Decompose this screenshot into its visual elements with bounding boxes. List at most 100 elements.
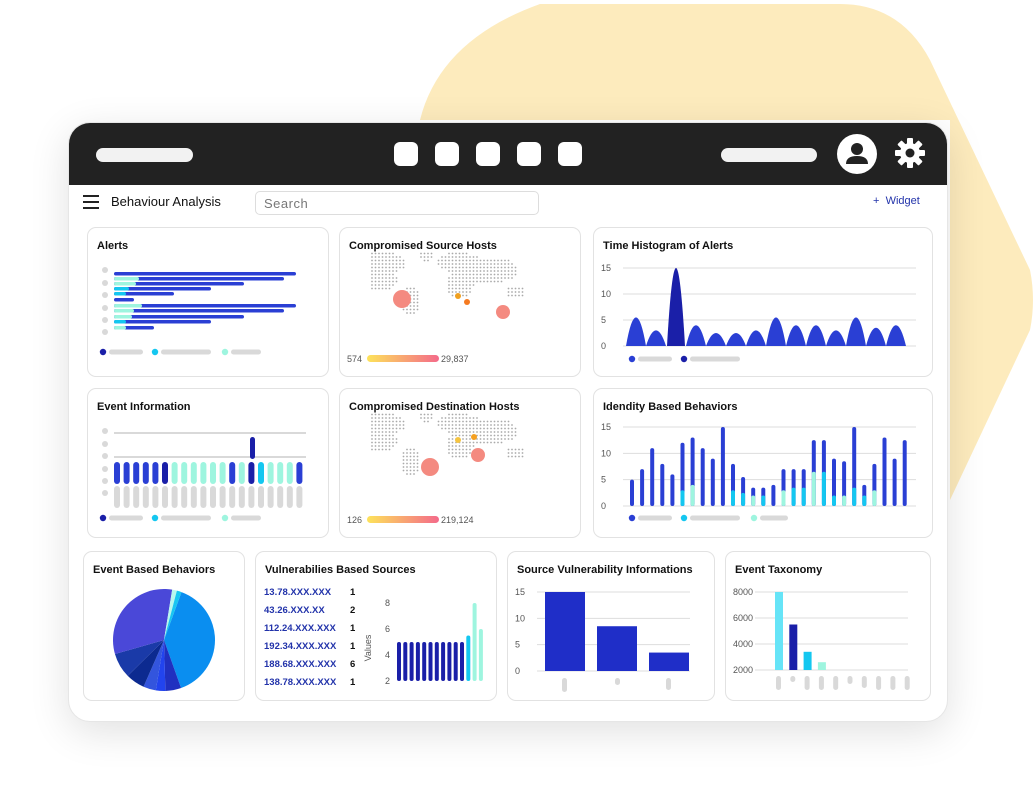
hamburger-icon[interactable] <box>83 195 99 209</box>
map-dot <box>392 273 394 276</box>
map-dot <box>465 259 468 262</box>
map-dot <box>409 448 412 451</box>
legend-label-placeholder <box>760 515 788 521</box>
widget-source-hosts[interactable]: Compromised Source Hosts 574 29,837 <box>339 227 581 377</box>
map-dot <box>385 445 387 447</box>
legend-label-placeholder <box>231 515 261 521</box>
top-left-pill[interactable] <box>96 148 193 162</box>
map-dot <box>476 270 478 272</box>
nav-square-2[interactable] <box>435 142 459 166</box>
map-dot <box>392 434 394 437</box>
map-dot <box>521 455 524 458</box>
nav-square-3[interactable] <box>476 142 500 166</box>
event-bar-base <box>229 486 236 508</box>
map-dot <box>458 452 461 454</box>
map-dot <box>490 424 492 426</box>
map-dot <box>497 266 499 269</box>
hump <box>726 333 746 346</box>
user-avatar[interactable] <box>837 134 877 174</box>
nav-square-1[interactable] <box>394 142 418 166</box>
widget-identity-behaviors[interactable]: Idendity Based Behaviors 15 10 5 0 <box>593 388 933 538</box>
map-dot <box>402 459 405 461</box>
map-dot <box>381 434 384 437</box>
map-dot <box>441 266 443 269</box>
map-dot <box>451 424 454 426</box>
widget-event-information[interactable]: Event Information <box>87 388 329 538</box>
legend-label-placeholder <box>161 349 211 355</box>
add-widget-button[interactable]: + Widget <box>873 195 920 207</box>
widget-time-histogram[interactable]: Time Histogram of Alerts 15 10 5 0 <box>593 227 933 377</box>
map-dot <box>476 263 478 265</box>
map-dot <box>392 445 394 447</box>
event-bar-base <box>286 486 293 508</box>
map-dot <box>399 417 401 419</box>
map-dot <box>469 420 471 423</box>
map-dot <box>507 273 510 276</box>
map-dot <box>465 284 468 286</box>
gear-icon[interactable] <box>894 137 926 169</box>
map-dot <box>483 431 485 433</box>
map-dot <box>493 424 496 426</box>
widget-vulnerability-sources[interactable]: Vulnerabilies Based Sources 13.78.XXX.XX… <box>255 551 497 701</box>
widget-event-taxonomy[interactable]: Event Taxonomy 8000 6000 4000 2000 <box>725 551 931 701</box>
map-dot <box>378 280 380 283</box>
map-dot <box>462 294 464 297</box>
map-dot <box>444 263 447 265</box>
event-bar-base <box>277 486 284 508</box>
search-input[interactable]: Search <box>255 191 539 215</box>
map-dot <box>420 252 422 255</box>
hotspot <box>464 299 470 305</box>
map-dot <box>486 277 489 279</box>
map-dot <box>465 280 468 283</box>
map-dot <box>469 438 471 440</box>
map-dot <box>395 431 398 433</box>
nav-square-4[interactable] <box>517 142 541 166</box>
widget-alerts[interactable]: Alerts <box>87 227 329 377</box>
map-dot <box>462 445 464 447</box>
map-dot <box>511 427 513 430</box>
widget-destination-hosts[interactable]: Compromised Destination Hosts 126 219,124 <box>339 388 581 538</box>
tax-tick: 8000 <box>733 587 753 597</box>
map-dot <box>395 424 398 426</box>
map-dot <box>381 417 384 419</box>
legend-dot <box>99 348 107 356</box>
map-dot <box>500 259 503 262</box>
event-bar-base <box>114 486 120 508</box>
nav-square-5[interactable] <box>558 142 582 166</box>
event-bar-base <box>133 486 140 508</box>
map-dot <box>514 431 517 433</box>
map-dot <box>507 277 510 279</box>
map-dot <box>378 270 380 272</box>
identity-bar <box>710 458 715 506</box>
map-dot <box>423 420 426 423</box>
map-dot <box>497 427 499 430</box>
map-dot <box>472 263 475 265</box>
taxonomy-bar <box>803 651 812 670</box>
map-dot <box>451 427 454 430</box>
map-dot <box>413 298 415 300</box>
map-dot <box>518 448 520 451</box>
map-dot <box>451 294 454 297</box>
page-title: Behaviour Analysis <box>111 194 221 209</box>
top-right-pill[interactable] <box>721 148 817 162</box>
map-dot <box>444 420 447 423</box>
map-dot <box>465 448 468 451</box>
event-bar <box>210 462 216 484</box>
vuln-bar <box>460 642 464 681</box>
event-bar <box>133 462 140 484</box>
map-dot <box>490 280 492 283</box>
map-dot <box>392 417 394 419</box>
widget-event-behaviors[interactable]: Event Based Behaviors <box>83 551 245 701</box>
map-dot <box>483 427 485 430</box>
map-dot <box>469 431 471 433</box>
map-dot <box>423 252 426 255</box>
map-dot <box>416 462 419 465</box>
widget-source-vulnerability[interactable]: Source Vulnerability Informations 15 10 5 0 <box>507 551 715 701</box>
map-dot <box>448 420 450 423</box>
map-dot <box>406 466 408 468</box>
map-dot <box>406 308 408 311</box>
vuln-bar <box>397 642 401 681</box>
map-dot <box>483 273 485 276</box>
hump <box>626 317 646 346</box>
taxonomy-label-placeholder <box>847 676 853 684</box>
